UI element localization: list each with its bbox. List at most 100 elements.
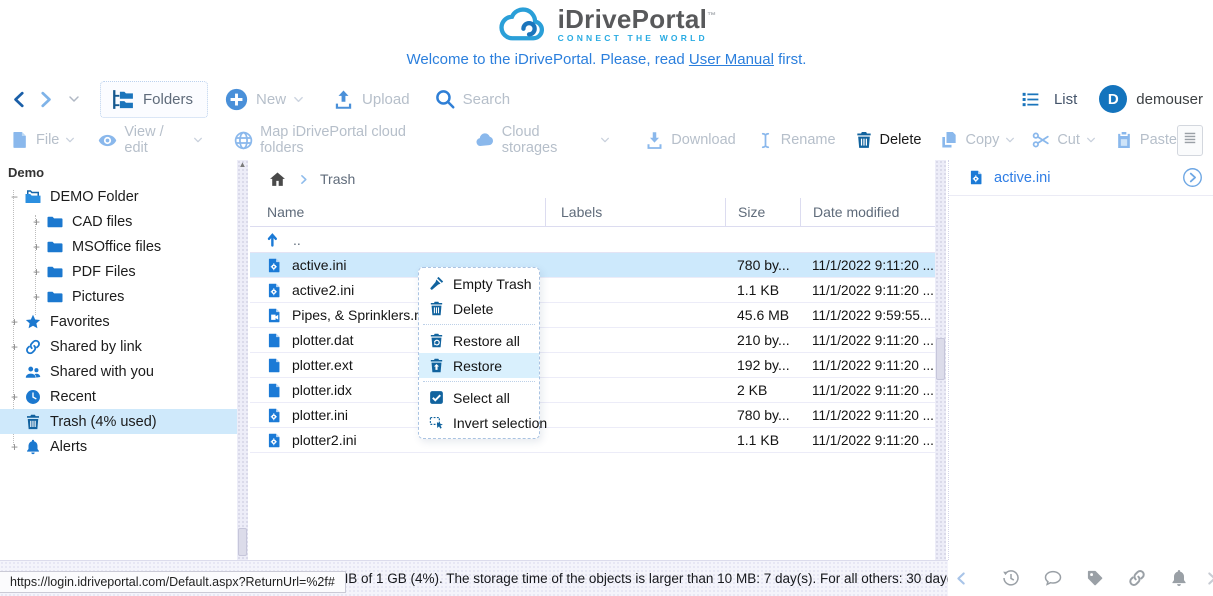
ini-file-icon: [266, 257, 283, 274]
view-edit-button[interactable]: View / edit: [97, 124, 203, 156]
sidebar-item-shared-by-link[interactable]: + Shared by link: [0, 334, 237, 359]
file-list-scrollbar-thumb[interactable]: [936, 338, 945, 380]
download-button[interactable]: Download: [644, 130, 736, 151]
table-row[interactable]: plotter2.ini 1.1 KB 11/1/2022 9:11:20 ..…: [250, 428, 946, 453]
delete-button[interactable]: Delete: [854, 130, 922, 150]
table-row[interactable]: plotter.ext 192 by... 11/1/2022 9:11:20 …: [250, 353, 946, 378]
scroll-up-icon[interactable]: ▲: [237, 160, 248, 170]
expander-icon[interactable]: +: [30, 215, 43, 229]
collapse-panel-icon[interactable]: [954, 571, 969, 586]
sidebar-item-recent[interactable]: + Recent: [0, 384, 237, 409]
copy-dropdown-icon: [1005, 135, 1015, 145]
column-header-labels[interactable]: Labels: [545, 198, 725, 226]
menu-lines-icon: [1181, 128, 1199, 148]
history-dropdown-icon[interactable]: [68, 93, 80, 105]
file-list-scrollbar[interactable]: [935, 160, 946, 560]
back-icon[interactable]: [10, 90, 29, 109]
file-size: 192 by...: [725, 357, 800, 373]
menu-separator: [423, 324, 535, 325]
file-menu-button[interactable]: File: [10, 130, 75, 150]
column-header-date-modified[interactable]: Date modified: [800, 198, 946, 226]
column-header-size[interactable]: Size: [725, 198, 800, 226]
file-date-modified: 11/1/2022 9:11:20 ...: [800, 408, 946, 423]
table-header: Name Labels Size Date modified: [250, 198, 946, 227]
user-manual-link[interactable]: User Manual: [689, 51, 774, 68]
search-button[interactable]: Search: [434, 88, 511, 110]
expander-icon[interactable]: +: [8, 440, 21, 454]
avatar[interactable]: D: [1099, 85, 1127, 113]
parent-directory-row[interactable]: ..: [250, 227, 946, 253]
alerts-bell-icon[interactable]: [1169, 568, 1189, 588]
list-view-button[interactable]: List: [1020, 89, 1077, 110]
menu-item-delete[interactable]: Delete: [419, 296, 539, 321]
comments-icon[interactable]: [1043, 568, 1063, 588]
table-row[interactable]: active2.ini 1.1 KB 11/1/2022 9:11:20 ...: [250, 278, 946, 303]
table-row[interactable]: Pipes, & Sprinklers.mp 45.6 MB 11/1/2022…: [250, 303, 946, 328]
sidebar-item-shared-with-you[interactable]: Shared with you: [0, 359, 237, 384]
new-button[interactable]: New: [224, 87, 304, 112]
expander-icon[interactable]: +: [8, 315, 21, 329]
sidebar-item-pdf-files[interactable]: + PDF Files: [0, 259, 237, 284]
expander-icon[interactable]: +: [8, 340, 21, 354]
menu-item-empty-trash[interactable]: Empty Trash: [419, 271, 539, 296]
menu-item-label: Restore: [453, 358, 502, 374]
upload-button[interactable]: Upload: [332, 88, 410, 111]
table-row[interactable]: plotter.idx 2 KB 11/1/2022 9:11:20 ...: [250, 378, 946, 403]
sidebar-item-favorites[interactable]: + Favorites: [0, 309, 237, 334]
cut-button[interactable]: Cut: [1031, 130, 1096, 150]
sidebar-item-alerts[interactable]: + Alerts: [0, 434, 237, 459]
welcome-message: Welcome to the iDrivePortal. Please, rea…: [0, 51, 1213, 68]
file-list-panel: Trash Name Labels Size Date modified .. …: [250, 160, 946, 560]
table-row[interactable]: plotter.dat 210 by... 11/1/2022 9:11:20 …: [250, 328, 946, 353]
tree-item-label: Trash (4% used): [50, 414, 157, 430]
paste-button[interactable]: Paste: [1114, 130, 1177, 150]
expander-icon[interactable]: +: [8, 390, 21, 404]
copy-button[interactable]: Copy: [939, 130, 1015, 150]
forward-icon[interactable]: [36, 90, 55, 109]
globe-icon: [233, 130, 254, 151]
map-cloud-folders-button[interactable]: Map iDrivePortal cloud folders: [233, 124, 446, 156]
menu-item-invert-selection[interactable]: Invert selection: [419, 410, 539, 435]
file-date-modified: 11/1/2022 9:11:20 ...: [800, 433, 946, 448]
menu-item-restore[interactable]: Restore: [419, 353, 539, 378]
expander-icon[interactable]: +: [30, 265, 43, 279]
expander-icon[interactable]: +: [30, 240, 43, 254]
sidebar-item-trash[interactable]: Trash (4% used): [0, 409, 237, 434]
share-link-icon[interactable]: [1127, 568, 1147, 588]
column-header-name[interactable]: Name: [250, 198, 545, 226]
sidebar-scrollbar[interactable]: ▲ ▼: [237, 160, 248, 570]
cloud-storages-button[interactable]: Cloud storages: [474, 124, 611, 156]
panel-menu-button[interactable]: [1177, 125, 1203, 156]
table-row[interactable]: plotter.ini 780 by... 11/1/2022 9:11:20 …: [250, 403, 946, 428]
menu-item-label: Restore all: [453, 333, 520, 349]
sidebar-scrollbar-thumb[interactable]: [238, 528, 247, 556]
table-row[interactable]: active.ini 780 by... 11/1/2022 9:11:20 .…: [250, 253, 946, 278]
clock-icon: [24, 388, 42, 406]
file-name: Pipes, & Sprinklers.mp: [292, 307, 434, 323]
menu-item-select-all[interactable]: Select all: [419, 385, 539, 410]
tree-item-label: Favorites: [50, 314, 110, 330]
sidebar-item-demo-folder[interactable]: − DEMO Folder: [0, 184, 237, 209]
home-icon[interactable]: [268, 170, 287, 189]
preview-selected-file[interactable]: active.ini: [949, 160, 1213, 196]
sidebar-item-pictures[interactable]: + Pictures: [0, 284, 237, 309]
tags-icon[interactable]: [1085, 568, 1105, 588]
expander-icon[interactable]: +: [30, 290, 43, 304]
parent-directory-label: ..: [293, 232, 301, 248]
rename-button[interactable]: Rename: [756, 131, 836, 150]
preview-file-name: active.ini: [994, 170, 1182, 186]
expand-details-icon[interactable]: [1182, 167, 1203, 188]
file-name: plotter.ini: [292, 407, 348, 423]
expander-icon[interactable]: −: [8, 190, 21, 204]
menu-item-restore-all[interactable]: Restore all: [419, 328, 539, 353]
file-date-modified: 11/1/2022 9:11:20 ...: [800, 258, 946, 273]
history-icon[interactable]: [1001, 568, 1021, 588]
breadcrumb-separator-icon: [298, 174, 309, 185]
new-button-label: New: [256, 91, 286, 108]
sidebar-item-cad-files[interactable]: + CAD files: [0, 209, 237, 234]
sidebar-item-msoffice-files[interactable]: + MSOffice files: [0, 234, 237, 259]
star-icon: [24, 313, 42, 331]
next-panel-icon[interactable]: [1204, 571, 1213, 586]
folders-button[interactable]: Folders: [100, 81, 208, 118]
map-cloud-folders-label: Map iDrivePortal cloud folders: [260, 124, 446, 156]
